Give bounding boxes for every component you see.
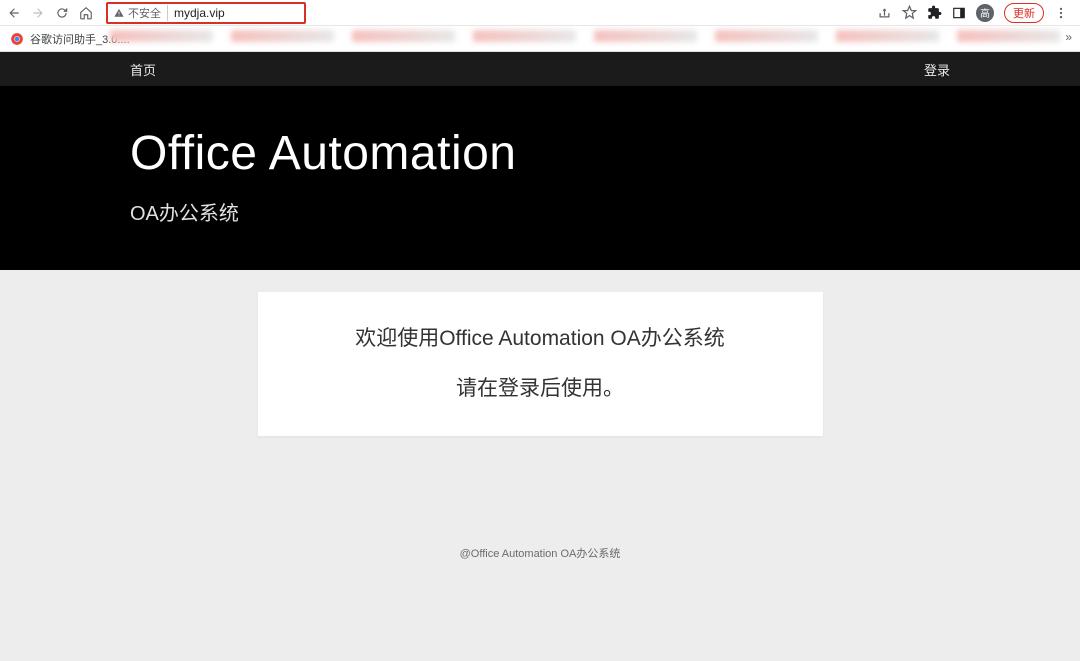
hero-title: Office Automation (130, 126, 950, 181)
browser-toolbar: 不安全 mydja.vip 高 更新 (0, 0, 1080, 26)
bookmarks-bar: 谷歌访问助手_3.0.... » (0, 26, 1080, 52)
extensions-icon[interactable] (927, 5, 942, 20)
star-icon[interactable] (902, 5, 917, 20)
back-button[interactable] (6, 5, 22, 21)
warning-icon (114, 8, 124, 18)
security-label: 不安全 (128, 5, 161, 21)
welcome-line2: 请在登录后使用。 (278, 372, 803, 402)
bookmark-favicon (10, 32, 24, 46)
bookmarks-overflow[interactable]: » (1065, 30, 1072, 44)
reload-button[interactable] (54, 5, 70, 21)
nav-home-link[interactable]: 首页 (130, 60, 156, 79)
hero-banner: Office Automation OA办公系统 (0, 86, 1080, 270)
home-button[interactable] (78, 5, 94, 21)
welcome-card: 欢迎使用Office Automation OA办公系统 请在登录后使用。 (258, 292, 823, 436)
menu-icon[interactable] (1054, 6, 1068, 20)
url-text: mydja.vip (174, 6, 225, 20)
site-topnav: 首页 登录 (0, 52, 1080, 86)
panel-icon[interactable] (952, 6, 966, 20)
hero-subtitle: OA办公系统 (130, 197, 950, 226)
page-body: 首页 登录 Office Automation OA办公系统 欢迎使用Offic… (0, 52, 1080, 661)
bookmarks-blurred (110, 30, 1060, 47)
update-button[interactable]: 更新 (1004, 3, 1044, 23)
nav-login-link[interactable]: 登录 (924, 60, 950, 79)
share-icon[interactable] (877, 5, 892, 20)
address-bar[interactable]: 不安全 mydja.vip (106, 2, 306, 24)
welcome-line1: 欢迎使用Office Automation OA办公系统 (278, 322, 803, 352)
page-footer: @Office Automation OA办公系统 (460, 527, 621, 661)
profile-avatar[interactable]: 高 (976, 4, 994, 22)
forward-button[interactable] (30, 5, 46, 21)
toolbar-right: 高 更新 (877, 3, 1074, 23)
security-indicator[interactable]: 不安全 (114, 5, 168, 21)
